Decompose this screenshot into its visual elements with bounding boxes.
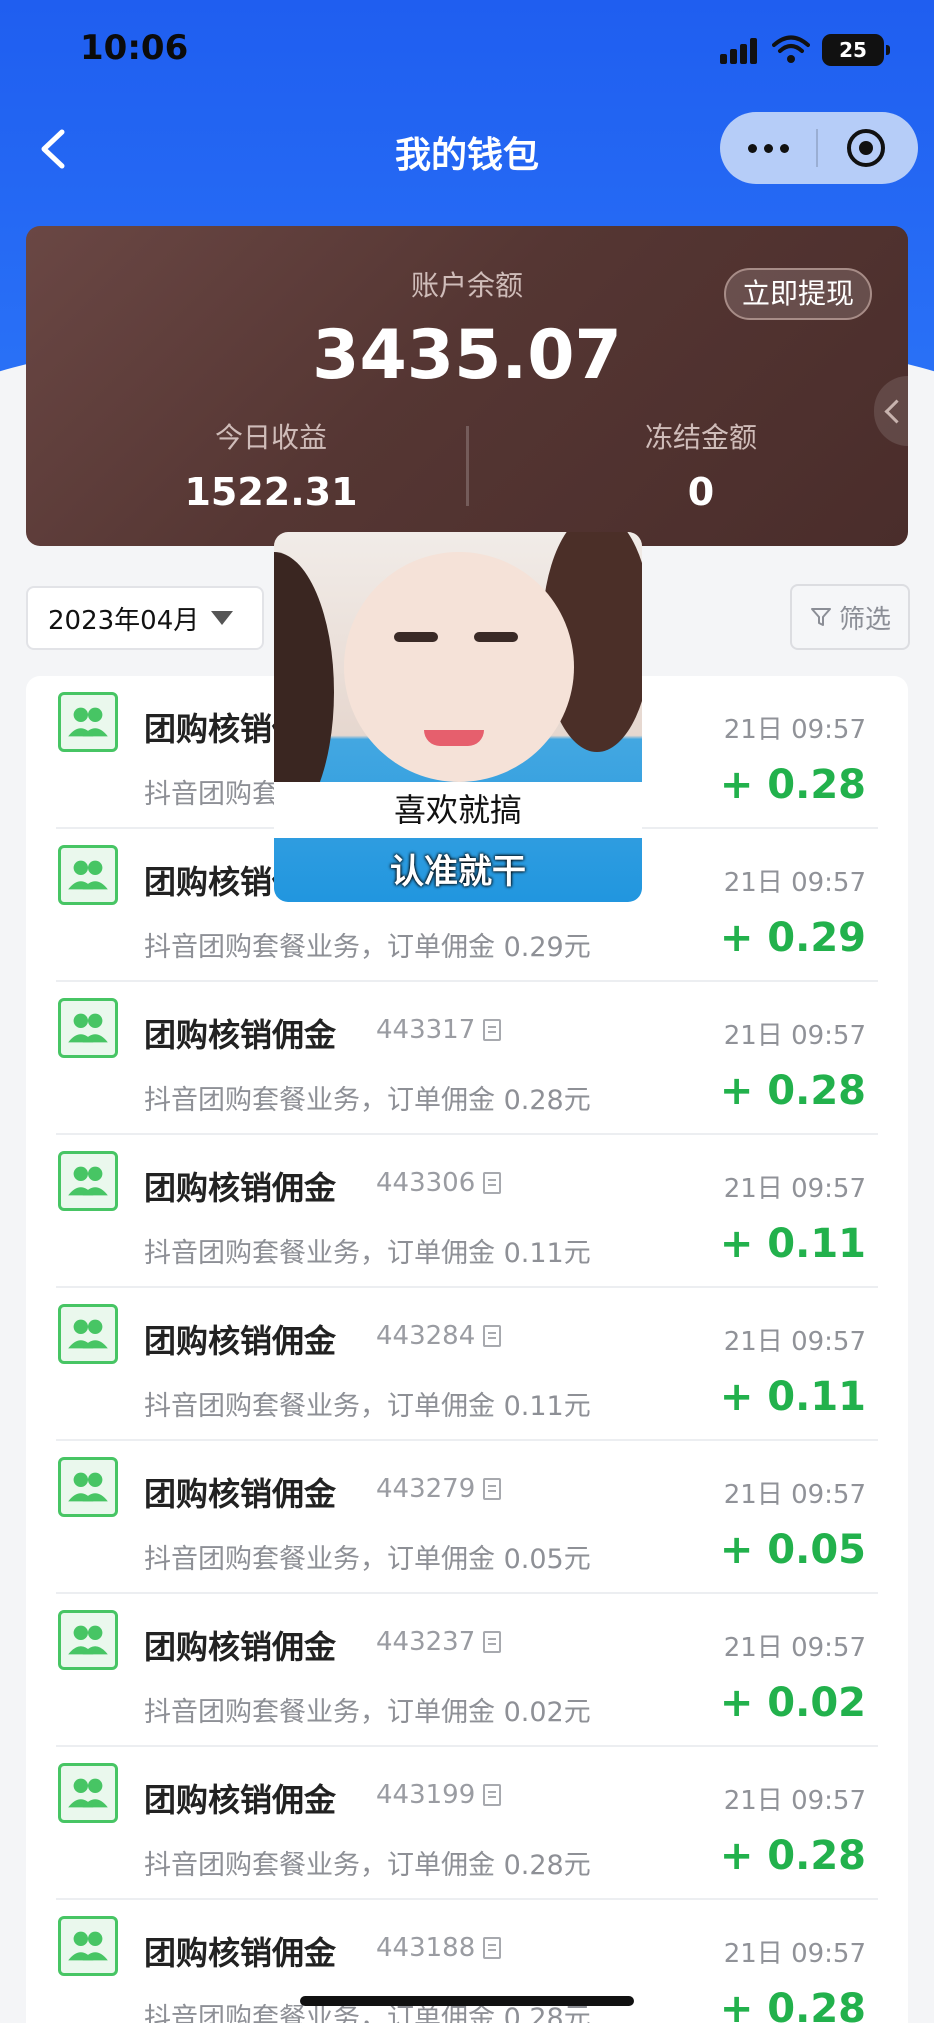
signal-icon — [720, 38, 760, 64]
order-id: 443199 — [376, 1780, 502, 1810]
group-users-icon — [58, 1151, 118, 1211]
transaction-title: 团购核销佣金 — [144, 1934, 337, 1972]
order-id: 443284 — [376, 1321, 502, 1351]
transaction-title: 团购核销佣金 — [144, 1322, 337, 1360]
group-users-icon — [58, 692, 118, 752]
order-id: 443237 — [376, 1627, 502, 1657]
transaction-time: 21日 09:57 — [723, 868, 866, 898]
transaction-time: 21日 09:57 — [723, 1480, 866, 1510]
transaction-row[interactable]: 团购核销佣金 443284 21日 09:57 抖音团购套餐业务，订单佣金 0.11元… — [26, 1288, 908, 1441]
transaction-description: 抖音团购套餐业务，订单佣金 0.11元 — [144, 1391, 591, 1422]
transaction-time: 21日 09:57 — [723, 1174, 866, 1204]
transaction-time: 21日 09:57 — [723, 1327, 866, 1357]
transaction-amount: + 0.05 — [719, 1527, 866, 1573]
document-icon[interactable] — [483, 1325, 502, 1347]
group-users-icon — [58, 998, 118, 1058]
group-users-icon — [58, 1304, 118, 1364]
transaction-amount: + 0.28 — [719, 1833, 866, 1879]
document-icon[interactable] — [483, 1631, 502, 1653]
group-users-icon — [58, 1916, 118, 1976]
transaction-time: 21日 09:57 — [723, 1021, 866, 1051]
frozen-amount-label: 冻结金额 — [644, 421, 757, 454]
transaction-description: 抖音团购套餐业务，订单佣金 0.28元 — [144, 1850, 591, 1881]
today-income-label: 今日收益 — [214, 421, 327, 454]
document-icon[interactable] — [483, 1172, 502, 1194]
document-icon[interactable] — [483, 1937, 502, 1959]
transaction-description: 抖音团购套餐业务，订单佣金 0.02元 — [144, 1697, 591, 1728]
document-icon[interactable] — [483, 1784, 502, 1806]
transaction-title: 团购核销佣金 — [144, 1169, 337, 1207]
transaction-row[interactable]: 团购核销佣金 443237 21日 09:57 抖音团购套餐业务，订单佣金 0.02元… — [26, 1594, 908, 1747]
balance-value: 3435.07 — [312, 316, 622, 395]
order-id: 443188 — [376, 1933, 502, 1963]
filter-button[interactable]: 筛选 — [790, 584, 910, 650]
transaction-amount: + 0.28 — [719, 762, 866, 808]
transaction-time: 21日 09:57 — [723, 715, 866, 745]
meme-caption-line2: 认准就干 — [390, 852, 526, 892]
transaction-time: 21日 09:57 — [723, 1939, 866, 1969]
home-indicator — [300, 1996, 634, 2006]
document-icon[interactable] — [483, 1019, 502, 1041]
order-id: 443279 — [376, 1474, 502, 1504]
transaction-row[interactable]: 团购核销佣金 443306 21日 09:57 抖音团购套餐业务，订单佣金 0.11元… — [26, 1135, 908, 1288]
document-icon[interactable] — [483, 1478, 502, 1500]
transaction-title: 团购核销佣金 — [144, 1628, 337, 1666]
meme-sticker-image: 喜欢就搞 认准就干 — [274, 532, 642, 902]
status-time: 10:06 — [80, 28, 189, 68]
meme-face — [344, 552, 574, 782]
today-income-value: 1522.31 — [184, 470, 358, 514]
miniapp-capsule — [720, 112, 918, 184]
group-users-icon — [58, 1610, 118, 1670]
transaction-row[interactable]: 团购核销佣金 443317 21日 09:57 抖音团购套餐业务，订单佣金 0.28元… — [26, 982, 908, 1135]
filter-icon — [810, 608, 831, 626]
transaction-title: 团购核销佣金 — [144, 1016, 337, 1054]
transaction-amount: + 0.11 — [719, 1221, 866, 1267]
transaction-amount: + 0.11 — [719, 1374, 866, 1420]
more-icon[interactable] — [720, 112, 816, 184]
wallet-page: 10:06 25 我的钱包 账户余额 3435.07 立即提现 今日收益 152… — [0, 0, 934, 2023]
transaction-row[interactable]: 团购核销佣金 443199 21日 09:57 抖音团购套餐业务，订单佣金 0.28元… — [26, 1747, 908, 1900]
transaction-row[interactable]: 团购核销佣金 443279 21日 09:57 抖音团购套餐业务，订单佣金 0.05元… — [26, 1441, 908, 1594]
transaction-description: 抖音团购套餐业务，订单佣金 0.28元 — [144, 1085, 591, 1116]
month-select[interactable]: 2023年04月 — [26, 586, 264, 650]
withdraw-button[interactable]: 立即提现 — [723, 268, 872, 320]
card-divider — [466, 426, 469, 506]
transaction-description: 抖音团购套餐业务，订单佣金 0.29元 — [144, 932, 591, 963]
order-id: 443306 — [376, 1168, 502, 1198]
transaction-time: 21日 09:57 — [723, 1786, 866, 1816]
transaction-amount: + 0.29 — [719, 915, 866, 961]
transaction-title: 团购核销佣金 — [144, 1475, 337, 1513]
filter-label: 筛选 — [838, 604, 891, 635]
battery-icon: 25 — [822, 34, 890, 66]
transaction-amount: + 0.28 — [719, 1986, 866, 2023]
transaction-amount: + 0.28 — [719, 1068, 866, 1114]
balance-card: 账户余额 3435.07 立即提现 今日收益 1522.31 冻结金额 0 — [26, 226, 908, 546]
caret-down-icon — [211, 611, 234, 625]
group-users-icon — [58, 1763, 118, 1823]
meme-caption-line1: 喜欢就搞 — [274, 782, 642, 838]
transaction-description: 抖音团购套餐业务，订单佣金 0.05元 — [144, 1544, 591, 1575]
transaction-amount: + 0.02 — [719, 1680, 866, 1726]
group-users-icon — [58, 1457, 118, 1517]
status-bar: 10:06 25 — [0, 0, 934, 100]
month-value: 2023年04月 — [48, 605, 200, 636]
close-miniapp-icon[interactable] — [818, 112, 914, 184]
wifi-icon — [772, 35, 810, 63]
group-users-icon — [58, 845, 118, 905]
frozen-amount-value: 0 — [687, 470, 715, 514]
transaction-description: 抖音团购套餐业务，订单佣金 0.11元 — [144, 1238, 591, 1269]
transaction-time: 21日 09:57 — [723, 1633, 866, 1663]
transaction-title: 团购核销佣金 — [144, 1781, 337, 1819]
order-id: 443317 — [376, 1015, 502, 1045]
